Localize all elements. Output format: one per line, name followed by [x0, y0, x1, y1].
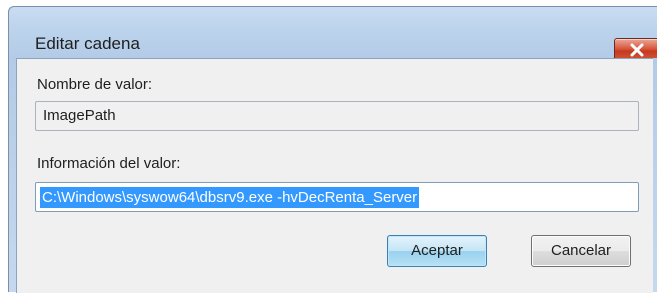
value-data-text[interactable]: C:\Windows\syswow64\dbsrv9.exe -hvDecRen…: [40, 187, 420, 208]
title-bar[interactable]: Editar cadena: [8, 6, 657, 62]
value-name-label: Nombre de valor:: [37, 76, 153, 93]
value-name-text: ImagePath: [43, 107, 116, 124]
cancel-button[interactable]: Cancelar: [531, 235, 631, 267]
dialog-body: Nombre de valor: ImagePath Información d…: [16, 58, 653, 293]
window-frame-left: [8, 58, 16, 292]
ok-button[interactable]: Aceptar: [387, 235, 487, 267]
value-data-input[interactable]: C:\Windows\syswow64\dbsrv9.exe -hvDecRen…: [35, 182, 639, 212]
edit-string-dialog: Editar cadena Nombre de valor: ImagePath…: [0, 0, 657, 293]
window-title: Editar cadena: [35, 34, 140, 53]
value-data-label: Información del valor:: [37, 155, 181, 172]
close-icon: [630, 43, 644, 57]
value-name-field: ImagePath: [35, 101, 639, 131]
